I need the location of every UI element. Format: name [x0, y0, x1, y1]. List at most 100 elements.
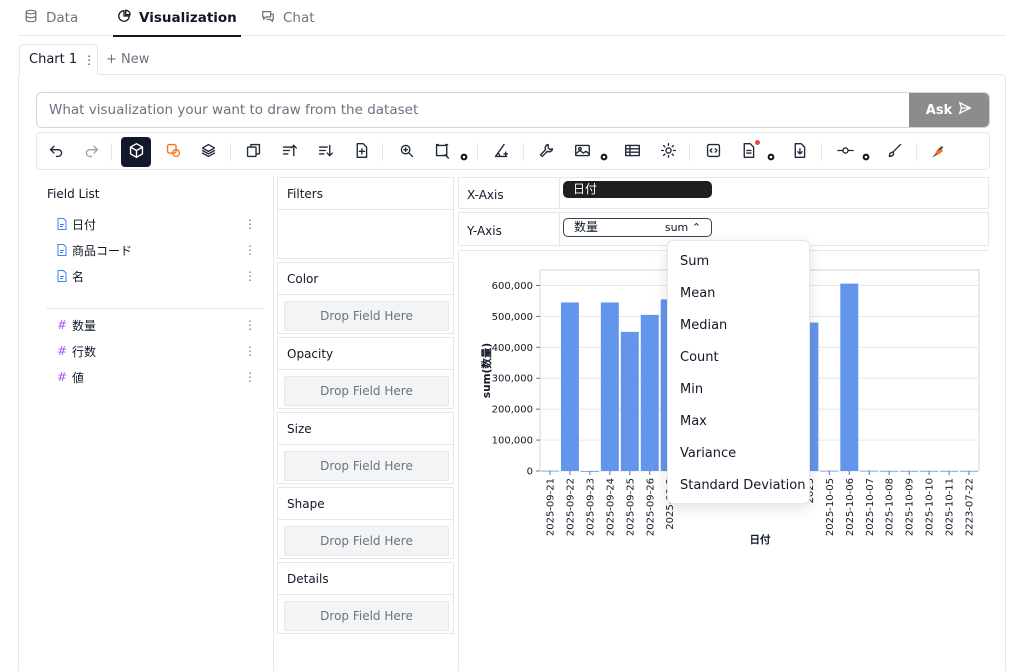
chat-icon	[261, 9, 275, 27]
aggregation-select[interactable]: sum ⌃	[665, 219, 701, 236]
chart-tab-label: Chart 1	[29, 52, 78, 67]
transpose-button[interactable]	[238, 137, 268, 167]
resize-icon	[434, 142, 451, 163]
field-item-measure[interactable]: # 行数 ⋮	[56, 341, 256, 361]
commit-icon	[836, 142, 854, 163]
y-tick-label: 300,000	[492, 374, 533, 385]
zoom-button[interactable]	[391, 137, 421, 167]
field-menu-icon[interactable]: ⋮	[244, 344, 256, 358]
add-file-button[interactable]	[346, 137, 376, 167]
x-axis-title: 日付	[750, 533, 771, 546]
y-tick-label: 100,000	[492, 436, 533, 447]
layers-button[interactable]	[193, 137, 223, 167]
image-icon	[574, 142, 591, 163]
agg-option-variance[interactable]: Variance	[668, 438, 809, 470]
agg-option-max[interactable]: Max	[668, 406, 809, 438]
field-item-dimension[interactable]: 日付 ⋮	[56, 214, 256, 234]
table-view-button[interactable]	[617, 137, 647, 167]
stack-mode-button[interactable]	[158, 137, 188, 167]
sort-asc-button[interactable]	[274, 137, 304, 167]
zoom-in-icon	[398, 142, 415, 163]
x-tick-label: 2025-10-10	[925, 478, 936, 536]
new-chart-button[interactable]: + New	[106, 44, 149, 74]
drop-zone[interactable]: Drop Field Here	[284, 376, 449, 406]
sort-desc-button[interactable]	[310, 137, 340, 167]
x-tick-label: 2025-10-09	[905, 478, 916, 536]
y-tick-label: 200,000	[492, 405, 533, 416]
drop-zone[interactable]: Drop Field Here	[284, 301, 449, 331]
field-menu-icon[interactable]: ⋮	[244, 269, 256, 283]
file-download-icon	[791, 142, 808, 163]
x-tick-label: 2025-09-21	[545, 478, 556, 536]
field-menu-icon[interactable]: ⋮	[244, 243, 256, 257]
agg-option-mean[interactable]: Mean	[668, 278, 809, 310]
shape-channel: Shape Drop Field Here	[277, 487, 454, 559]
brush-button[interactable]	[879, 137, 909, 167]
x-tick-label: 2223-07-22	[965, 478, 976, 536]
tab-visualization-label: Visualization	[139, 9, 237, 26]
field-item-dimension[interactable]: 商品コード ⋮	[56, 240, 256, 260]
spec-settings-icon[interactable]	[766, 147, 776, 161]
layout-size-button[interactable]	[427, 137, 457, 167]
ask-button[interactable]: Ask	[909, 93, 989, 127]
redo-button[interactable]	[76, 137, 106, 167]
interaction-settings-icon[interactable]	[861, 147, 871, 161]
drop-zone[interactable]: Drop Field Here	[284, 451, 449, 481]
code-button[interactable]	[698, 137, 728, 167]
filters-label: Filters	[278, 178, 453, 210]
chart-toolbar	[36, 132, 990, 170]
field-menu-icon[interactable]: ⋮	[244, 370, 256, 384]
cube-icon	[128, 142, 145, 163]
size-channel: Size Drop Field Here	[277, 412, 454, 484]
field-menu-icon[interactable]: ⋮	[244, 318, 256, 332]
ask-input[interactable]	[37, 93, 909, 127]
dimension-doc-icon	[56, 270, 68, 282]
layout-settings-icon[interactable]	[459, 147, 469, 161]
field-name: 行数	[72, 344, 97, 359]
y-tick-label: 0	[527, 467, 533, 478]
export-image-button[interactable]	[567, 137, 597, 167]
agg-option-count[interactable]: Count	[668, 342, 809, 374]
interaction-button[interactable]	[830, 137, 860, 167]
x-tick-label: 2025-09-26	[645, 478, 656, 536]
agg-option-sum[interactable]: Sum	[668, 246, 809, 278]
settings-button[interactable]	[653, 137, 683, 167]
field-menu-icon[interactable]: ⋮	[244, 217, 256, 231]
agg-option-min[interactable]: Min	[668, 374, 809, 406]
download-button[interactable]	[784, 137, 814, 167]
dimension-doc-icon	[56, 218, 68, 230]
tab-visualization[interactable]: Visualization	[113, 0, 241, 37]
y-tick-label: 600,000	[492, 281, 533, 292]
field-name: 商品コード	[72, 243, 133, 258]
agg-option-median[interactable]: Median	[668, 310, 809, 342]
tab-data[interactable]: Data	[24, 0, 78, 36]
tab-chart-1[interactable]: Chart 1 ⋮	[19, 44, 98, 75]
coordinate-button[interactable]	[486, 137, 516, 167]
gear-icon	[660, 142, 677, 163]
drop-zone[interactable]: Drop Field Here	[284, 601, 449, 631]
tools-button[interactable]	[531, 137, 561, 167]
chart-tab-menu-icon[interactable]: ⋮	[83, 53, 95, 67]
chart-pie-icon	[117, 9, 131, 27]
filters-panel[interactable]: Filters	[277, 177, 454, 259]
wrench-icon	[538, 142, 555, 163]
notification-dot	[755, 140, 760, 145]
chevron-updown-icon: ⌃	[688, 221, 701, 234]
axis-angle-icon	[493, 142, 510, 163]
mark-type-button[interactable]	[121, 137, 151, 167]
spec-button[interactable]	[733, 137, 763, 167]
undo-button[interactable]	[41, 137, 71, 167]
kanaries-logo-button[interactable]	[923, 137, 953, 167]
x-axis-field-pill[interactable]: 日付	[563, 181, 712, 198]
y-axis-field-pill[interactable]: 数量 sum ⌃	[563, 218, 712, 237]
agg-option-stddev[interactable]: Standard Deviation	[668, 470, 809, 502]
field-item-measure[interactable]: # 値 ⋮	[56, 367, 256, 387]
image-settings-icon[interactable]	[599, 147, 609, 161]
tab-chat[interactable]: Chat	[261, 0, 315, 36]
dimension-doc-icon	[56, 244, 68, 256]
field-item-dimension[interactable]: 名 ⋮	[56, 266, 256, 286]
bar	[840, 283, 859, 471]
field-name: 値	[72, 370, 85, 385]
field-item-measure[interactable]: # 数量 ⋮	[56, 315, 256, 335]
drop-zone[interactable]: Drop Field Here	[284, 526, 449, 556]
